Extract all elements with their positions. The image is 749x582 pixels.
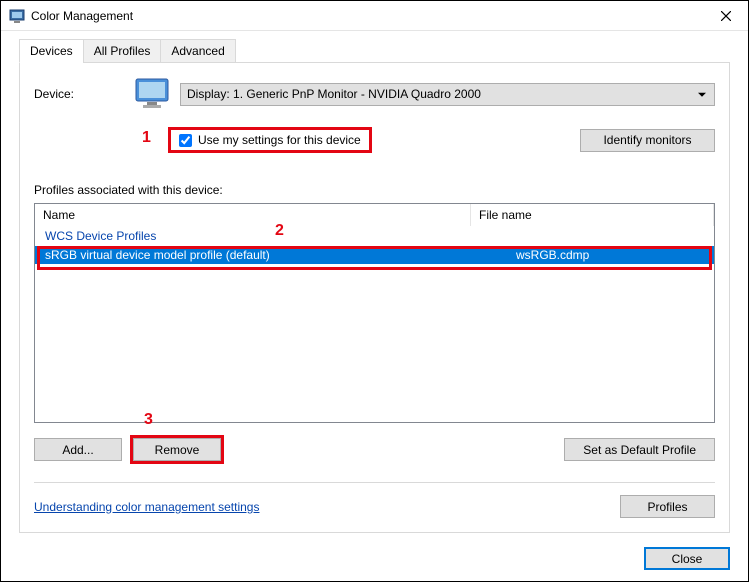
content-area: Devices All Profiles Advanced Device: Di… [1,31,748,547]
column-name[interactable]: Name [35,204,471,226]
add-button[interactable]: Add... [34,438,122,461]
tabpanel-devices: Device: Display: 1. Generic PnP Monitor … [19,62,730,533]
identify-monitors-button[interactable]: Identify monitors [580,129,715,152]
footer-row: Understanding color management settings … [34,495,715,518]
row-filename: wsRGB.cdmp [471,248,714,262]
profiles-button[interactable]: Profiles [620,495,715,518]
column-filename[interactable]: File name [471,204,714,226]
tab-advanced-label: Advanced [171,44,224,58]
tab-all-profiles[interactable]: All Profiles [83,39,162,63]
highlight-use-settings: Use my settings for this device [168,127,372,153]
tab-advanced[interactable]: Advanced [160,39,235,63]
dialog-buttons: Close [1,547,748,582]
use-settings-checkbox-wrap[interactable]: Use my settings for this device [179,133,361,147]
remove-button-label: Remove [155,443,200,457]
app-icon [9,8,25,24]
divider [34,482,715,483]
tab-all-profiles-label: All Profiles [94,44,151,58]
table-row[interactable]: sRGB virtual device model profile (defau… [35,246,714,264]
understanding-link[interactable]: Understanding color management settings [34,500,259,514]
tab-devices-label: Devices [30,44,73,58]
add-button-label: Add... [62,443,93,457]
close-button[interactable]: Close [644,547,730,570]
column-name-label: Name [43,208,75,222]
use-settings-checkbox[interactable] [179,134,192,147]
row-name: sRGB virtual device model profile (defau… [35,248,471,262]
action-row: Add... 3 Remove Set as Default Profile [34,435,715,464]
remove-button[interactable]: Remove [133,438,221,461]
device-selected-value: Display: 1. Generic PnP Monitor - NVIDIA… [187,87,481,101]
callout-3: 3 [144,411,153,429]
listview-header: Name File name [35,204,714,226]
listview-body: WCS Device Profiles sRGB virtual device … [35,226,714,422]
list-group-wcs: WCS Device Profiles [35,226,714,246]
profiles-button-label: Profiles [647,500,687,514]
tab-devices[interactable]: Devices [19,39,84,63]
close-icon[interactable] [703,1,748,30]
set-default-label: Set as Default Profile [583,443,696,457]
window-title: Color Management [31,9,703,23]
titlebar: Color Management [1,1,748,31]
monitor-icon [134,77,170,111]
tabstrip: Devices All Profiles Advanced [19,39,730,63]
profiles-listview[interactable]: Name File name 2 WCS Device Profiles sRG… [34,203,715,423]
color-management-window: Color Management Devices All Profiles Ad… [0,0,749,582]
column-filename-label: File name [479,208,532,222]
device-dropdown[interactable]: Display: 1. Generic PnP Monitor - NVIDIA… [180,83,715,106]
understanding-link-label: Understanding color management settings [34,500,259,514]
device-row: Device: Display: 1. Generic PnP Monitor … [34,77,715,111]
settings-row: 1 Use my settings for this device Identi… [168,127,715,153]
use-settings-label: Use my settings for this device [198,133,361,147]
close-button-label: Close [672,552,703,566]
profiles-section-label: Profiles associated with this device: [34,183,715,197]
device-label: Device: [34,87,124,101]
set-default-button[interactable]: Set as Default Profile [564,438,715,461]
callout-1: 1 [142,129,151,147]
highlight-remove: Remove [130,435,224,464]
identify-monitors-label: Identify monitors [603,133,691,147]
